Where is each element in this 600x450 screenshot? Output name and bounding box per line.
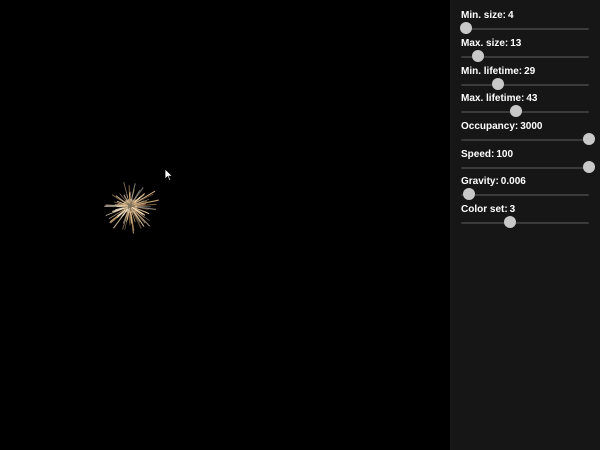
control-max-size: Max. size: 13	[461, 38, 591, 66]
control-label: Color set:	[461, 204, 508, 215]
slider-track[interactable]	[461, 111, 589, 113]
control-label: Max. lifetime:	[461, 93, 525, 104]
slider-thumb[interactable]	[510, 105, 523, 117]
control-max-lifetime: Max. lifetime: 43	[461, 93, 591, 121]
control-value: 4	[508, 10, 514, 21]
slider-thumb[interactable]	[583, 161, 595, 173]
mouse-cursor-icon	[164, 168, 174, 182]
control-label: Gravity:	[461, 176, 499, 187]
control-value: 29	[524, 66, 536, 77]
firework-canvas[interactable]	[0, 0, 450, 450]
slider-thumb[interactable]	[471, 50, 484, 62]
control-min-lifetime: Min. lifetime: 29	[461, 66, 591, 94]
control-gravity: Gravity: 0.006	[461, 176, 591, 204]
firework-spark	[129, 191, 132, 201]
control-value: 100	[496, 149, 514, 160]
control-label: Max. size:	[461, 38, 509, 49]
control-min-size: Min. size: 4	[460, 10, 591, 38]
slider-track[interactable]	[461, 194, 589, 196]
control-label: Speed:	[461, 149, 495, 160]
slider-thumb[interactable]	[492, 78, 505, 90]
slider-thumb[interactable]	[462, 188, 475, 200]
slider-track[interactable]	[461, 28, 589, 30]
slider-track[interactable]	[461, 222, 589, 224]
control-label: Min. lifetime:	[461, 66, 523, 77]
firework-spark	[119, 205, 126, 208]
control-occupancy: Occupancy: 3000	[461, 121, 595, 149]
control-value: 13	[510, 38, 522, 49]
slider-track[interactable]	[461, 84, 589, 86]
control-value: 0.006	[500, 176, 526, 187]
firework-burst	[104, 182, 159, 234]
slider-track[interactable]	[461, 139, 589, 141]
control-label: Min. size:	[461, 10, 507, 21]
controls-panel: Min. size: 4 Max. size: 13 Min. lifetime: 2…	[450, 0, 600, 450]
control-value: 3	[509, 204, 516, 215]
control-label: Occupancy:	[461, 121, 519, 132]
control-value: 3000	[520, 121, 543, 132]
slider-thumb[interactable]	[583, 133, 595, 145]
slider-track[interactable]	[461, 167, 589, 169]
control-color-set: Color set: 3	[461, 204, 591, 232]
slider-thumb[interactable]	[503, 216, 516, 228]
slider-thumb[interactable]	[460, 22, 473, 34]
control-value: 43	[526, 93, 538, 104]
control-speed: Speed: 100	[461, 149, 595, 177]
